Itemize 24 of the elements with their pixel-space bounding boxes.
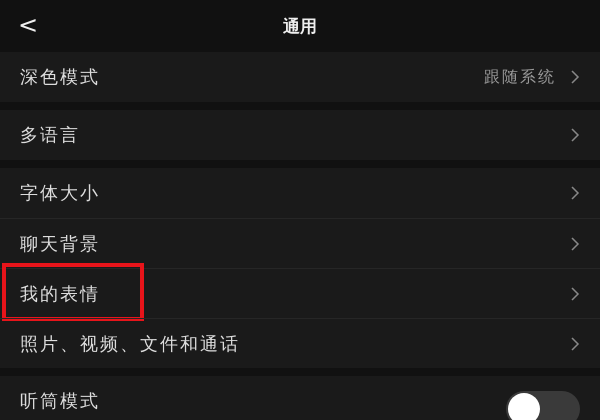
row-label: 听筒模式 (20, 390, 101, 413)
row-label: 照片、视频、文件和通话 (20, 332, 241, 356)
settings-row[interactable]: 聊天背景 (0, 218, 600, 268)
settings-row[interactable]: 我的表情 (0, 268, 600, 318)
row-label: 聊天背景 (20, 232, 101, 256)
chevron-right-icon (570, 286, 580, 302)
settings-row[interactable]: 照片、视频、文件和通话 (0, 318, 600, 368)
row-label: 我的表情 (20, 282, 101, 306)
toggle-switch[interactable] (506, 391, 580, 420)
settings-row[interactable]: 听筒模式 (0, 376, 600, 420)
chevron-right-icon (570, 236, 580, 252)
chevron-right-icon (570, 127, 580, 143)
page-title: 通用 (283, 16, 317, 38)
row-label: 字体大小 (20, 182, 101, 205)
chevron-right-icon (570, 69, 580, 85)
settings-row[interactable]: 深色模式 跟随系统 (0, 52, 600, 102)
back-button[interactable]: < (12, 9, 44, 41)
settings-row[interactable]: 多语言 (0, 110, 600, 160)
row-label: 多语言 (20, 124, 81, 147)
chevron-right-icon (570, 336, 580, 352)
chevron-right-icon (570, 185, 580, 201)
settings-row[interactable]: 字体大小 (0, 168, 600, 218)
row-label: 深色模式 (20, 66, 101, 89)
row-value: 跟随系统 (484, 66, 556, 88)
